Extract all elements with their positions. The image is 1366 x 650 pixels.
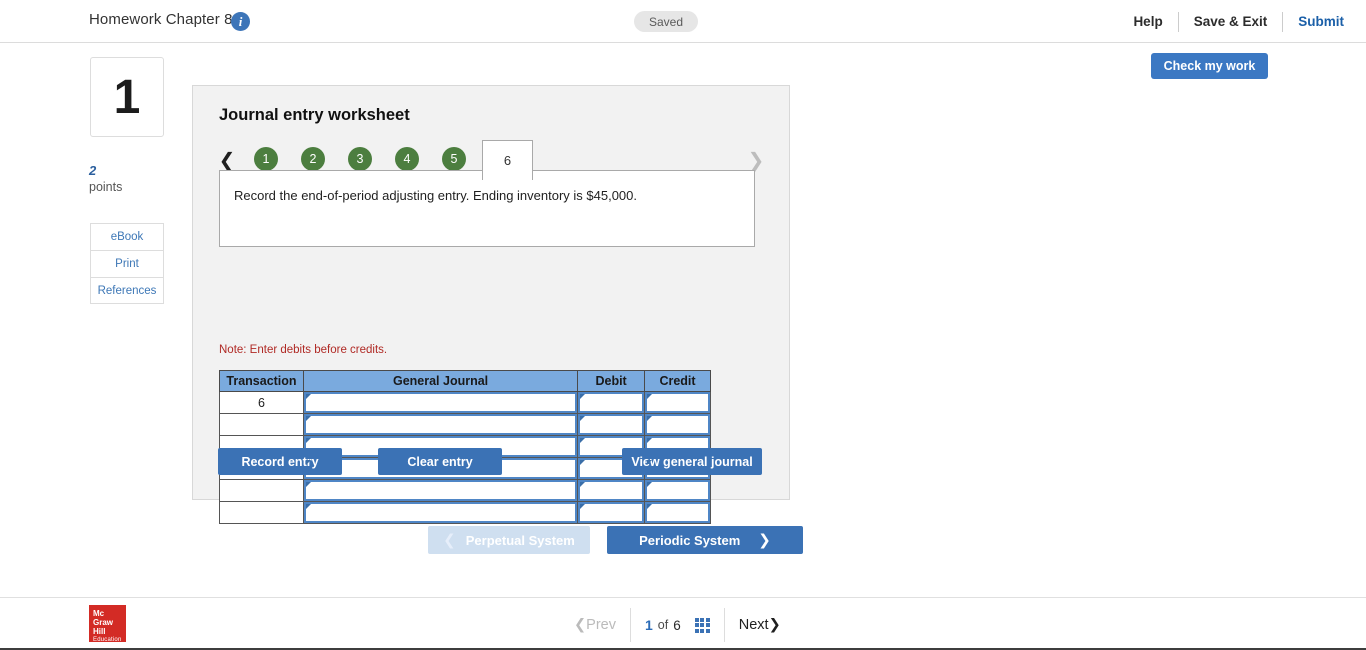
submit-link[interactable]: Submit xyxy=(1283,12,1350,32)
prev-page-button: ❮ Prev xyxy=(560,608,631,642)
periodic-system-button[interactable]: Periodic System ❯ xyxy=(607,526,803,554)
chevron-left-icon: ❮ xyxy=(574,617,587,633)
column-header-general-journal: General Journal xyxy=(302,370,579,392)
prompt-text: Record the end-of-period adjusting entry… xyxy=(234,188,638,203)
column-header-transaction: Transaction xyxy=(219,370,304,392)
chevron-left-icon: ❮ xyxy=(443,531,456,549)
column-header-credit: Credit xyxy=(644,370,711,392)
table-row xyxy=(219,413,711,436)
total-pages: 6 xyxy=(673,617,681,633)
next-page-label: Next xyxy=(738,617,769,633)
logo-line-1: Mc xyxy=(93,609,105,618)
clear-entry-button[interactable]: Clear entry xyxy=(378,448,502,475)
logo-line-2: Graw xyxy=(93,618,114,627)
credit-input-5[interactable] xyxy=(645,480,710,501)
worksheet-tab-3[interactable]: 3 xyxy=(348,147,372,171)
worksheet-tab-1[interactable]: 1 xyxy=(254,147,278,171)
worksheet-tab-4[interactable]: 4 xyxy=(395,147,419,171)
page-indicator: 1 of 6 xyxy=(631,608,725,642)
references-button[interactable]: References xyxy=(90,277,164,304)
table-row xyxy=(219,501,711,524)
debit-input-2[interactable] xyxy=(578,414,645,435)
column-header-debit: Debit xyxy=(577,370,646,392)
worksheet-tab-5[interactable]: 5 xyxy=(442,147,466,171)
perpetual-system-label: Perpetual System xyxy=(465,532,575,548)
points-label: points xyxy=(89,180,123,194)
journal-entry-table: Transaction General Journal Debit Credit… xyxy=(219,370,711,524)
help-link[interactable]: Help xyxy=(1118,12,1179,32)
footer-bar: Mc Graw Hill Education ❮ Prev 1 of 6 Nex… xyxy=(0,597,1366,650)
question-number-box: 1 xyxy=(90,57,164,137)
debit-input-1[interactable] xyxy=(578,392,645,413)
prompt-box: Record the end-of-period adjusting entry… xyxy=(219,170,755,247)
ebook-button[interactable]: eBook xyxy=(90,223,164,250)
transaction-number-cell xyxy=(219,479,304,502)
table-header-row: Transaction General Journal Debit Credit xyxy=(219,370,711,392)
transaction-number-cell xyxy=(219,413,304,436)
worksheet-title: Journal entry worksheet xyxy=(219,106,410,124)
debit-input-6[interactable] xyxy=(578,502,645,523)
next-page-button[interactable]: Next ❯ xyxy=(725,608,795,642)
top-nav-links: Help Save & Exit Submit xyxy=(1118,12,1350,32)
prev-page-label: Prev xyxy=(586,617,616,633)
chevron-right-icon: ❯ xyxy=(758,531,771,549)
general-journal-input-6[interactable] xyxy=(303,502,578,523)
general-journal-input-1[interactable] xyxy=(303,392,578,413)
perpetual-system-button: ❮ Perpetual System xyxy=(428,526,590,554)
general-journal-input-2[interactable] xyxy=(303,414,578,435)
worksheet-tab-2[interactable]: 2 xyxy=(301,147,325,171)
save-and-exit-link[interactable]: Save & Exit xyxy=(1179,12,1284,32)
grid-view-icon[interactable] xyxy=(694,617,710,633)
info-icon[interactable]: i xyxy=(231,12,250,31)
page-of-label: of xyxy=(657,618,669,632)
table-row: 6 xyxy=(219,391,711,414)
debit-input-5[interactable] xyxy=(578,480,645,501)
journal-entry-worksheet-panel: Journal entry worksheet ❮ 1 2 3 4 5 6 ❯ … xyxy=(192,85,790,524)
general-journal-input-5[interactable] xyxy=(303,480,578,501)
credit-input-1[interactable] xyxy=(645,392,710,413)
credit-input-2[interactable] xyxy=(645,414,710,435)
table-row xyxy=(219,479,711,502)
print-button[interactable]: Print xyxy=(90,250,164,277)
transaction-number-cell: 6 xyxy=(219,391,304,414)
points-value: 2 xyxy=(89,163,97,178)
logo-line-4: Education xyxy=(93,637,122,643)
logo-line-3: Hill xyxy=(93,627,106,636)
transaction-number-cell xyxy=(219,501,304,524)
worksheet-tab-6[interactable]: 6 xyxy=(482,140,533,180)
record-entry-button[interactable]: Record entry xyxy=(218,448,342,475)
debits-before-credits-note: Note: Enter debits before credits. xyxy=(219,344,388,356)
status-badge: Saved xyxy=(634,11,699,32)
check-my-work-button[interactable]: Check my work xyxy=(1151,53,1268,79)
pagination: ❮ Prev 1 of 6 Next ❯ xyxy=(560,608,850,642)
sidebar-buttons: eBook Print References xyxy=(90,223,164,304)
mcgraw-hill-logo: Mc Graw Hill Education xyxy=(89,605,126,643)
chevron-right-icon: ❯ xyxy=(768,617,781,633)
credit-input-6[interactable] xyxy=(645,502,710,523)
view-general-journal-button[interactable]: View general journal xyxy=(622,448,762,475)
page-title: Homework Chapter 8 xyxy=(89,11,233,28)
periodic-system-label: Periodic System xyxy=(639,532,741,548)
current-page: 1 xyxy=(644,617,653,633)
